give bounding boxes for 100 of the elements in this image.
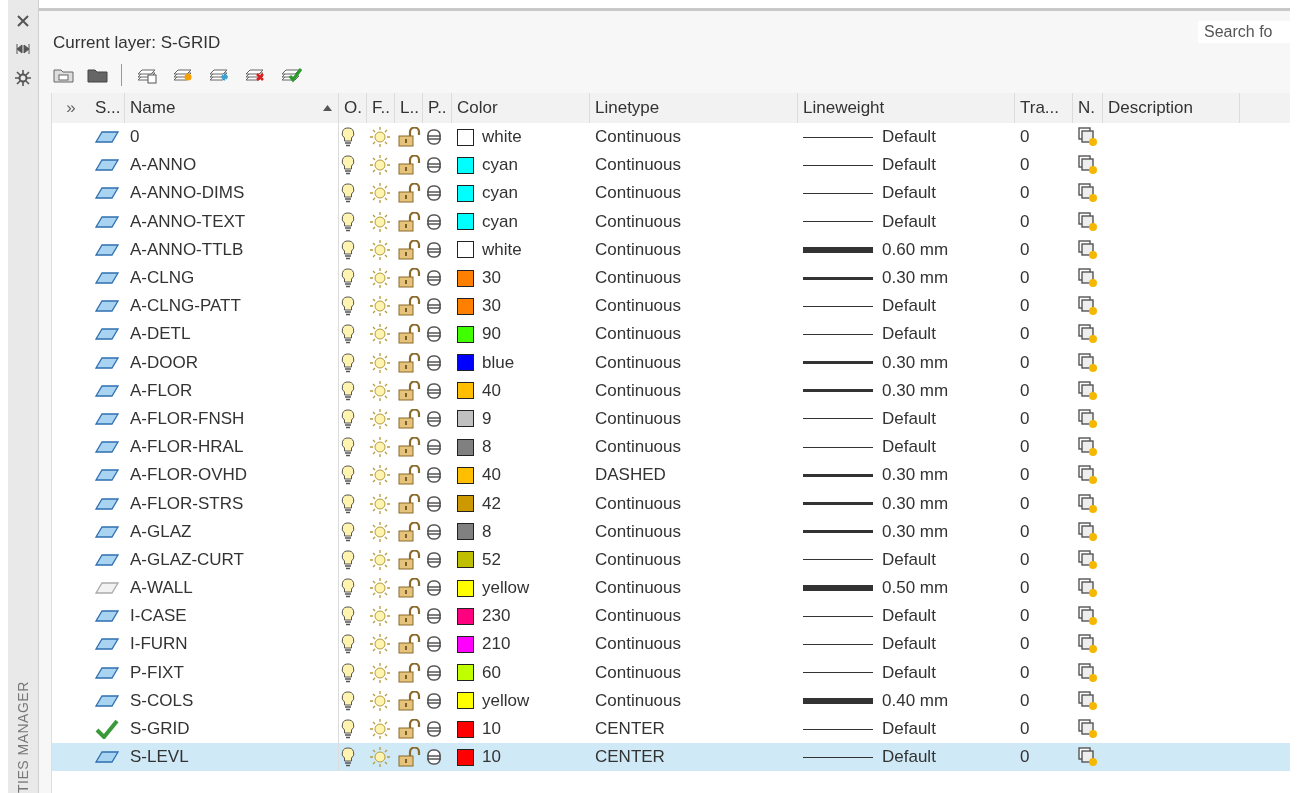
lightbulb-icon[interactable] — [341, 719, 355, 740]
new-viewport-freeze-icon[interactable] — [1078, 296, 1098, 317]
open-lock-icon[interactable] — [397, 747, 421, 768]
lineweight-value[interactable]: Default — [882, 155, 936, 176]
column-header[interactable]: L.. — [395, 93, 423, 123]
open-lock-icon[interactable] — [397, 493, 421, 514]
printer-icon[interactable] — [425, 550, 443, 569]
open-lock-icon[interactable] — [397, 662, 421, 683]
lightbulb-icon[interactable] — [341, 521, 355, 542]
linetype-name[interactable]: Continuous — [595, 690, 681, 711]
layer-row[interactable]: S-COLS yellow Continuous 0.40 mm 0 — [52, 686, 1290, 715]
lineweight-value[interactable]: Default — [882, 634, 936, 655]
linetype-name[interactable]: Continuous — [595, 437, 681, 458]
linetype-name[interactable]: Continuous — [595, 296, 681, 317]
printer-icon[interactable] — [425, 269, 443, 288]
color-swatch[interactable] — [457, 410, 474, 428]
printer-icon[interactable] — [425, 156, 443, 175]
open-lock-icon[interactable] — [397, 719, 421, 740]
folder-icon[interactable] — [53, 66, 75, 84]
new-viewport-freeze-icon[interactable] — [1078, 493, 1098, 514]
open-lock-icon[interactable] — [397, 549, 421, 570]
column-header[interactable]: Color — [452, 93, 590, 123]
new-viewport-freeze-icon[interactable] — [1078, 127, 1098, 148]
layer-row[interactable]: I-CASE 230 Continuous Default 0 — [52, 602, 1290, 631]
new-viewport-freeze-icon[interactable] — [1078, 437, 1098, 458]
open-lock-icon[interactable] — [397, 578, 421, 599]
printer-icon[interactable] — [425, 522, 443, 541]
color-swatch[interactable] — [457, 551, 474, 569]
color-swatch[interactable] — [457, 635, 474, 653]
layer-row[interactable]: A-ANNO cyan Continuous Default 0 — [52, 151, 1290, 180]
lineweight-value[interactable]: 0.30 mm — [882, 268, 949, 289]
layer-row[interactable]: A-FLOR-HRAL 8 Continuous Default 0 — [52, 433, 1290, 462]
column-header[interactable]: N. — [1073, 93, 1103, 123]
search-field[interactable]: Search fo — [1198, 21, 1290, 43]
linetype-name[interactable]: Continuous — [595, 155, 681, 176]
layer-row[interactable]: A-CLNG 30 Continuous 0.30 mm 0 — [52, 263, 1290, 293]
layer-row[interactable]: A-FLOR-OVHD 40 DASHED 0.30 mm 0 — [52, 461, 1290, 490]
linetype-name[interactable]: Continuous — [595, 578, 681, 599]
lineweight-value[interactable]: Default — [882, 437, 936, 458]
lineweight-value[interactable]: Default — [882, 211, 936, 232]
lineweight-value[interactable]: Default — [882, 719, 936, 740]
open-lock-icon[interactable] — [397, 380, 421, 401]
layer-row[interactable]: I-FURN 210 Continuous Default 0 — [52, 630, 1290, 659]
lineweight-value[interactable]: 0.60 mm — [882, 239, 949, 260]
lightbulb-icon[interactable] — [341, 747, 355, 768]
new-viewport-freeze-icon[interactable] — [1078, 465, 1098, 486]
linetype-name[interactable]: Continuous — [595, 662, 681, 683]
settings-icon[interactable] — [15, 70, 31, 86]
layer-row[interactable]: A-WALL yellow Continuous 0.50 mm 0 — [52, 574, 1290, 603]
column-header[interactable]: S... — [90, 93, 125, 123]
printer-icon[interactable] — [425, 748, 443, 767]
layer-row[interactable]: A-DETL 90 Continuous Default 0 — [52, 320, 1290, 349]
layer-row[interactable]: A-ANNO-TEXT cyan Continuous Default 0 — [52, 207, 1290, 236]
printer-icon[interactable] — [425, 663, 443, 682]
new-viewport-freeze-icon[interactable] — [1078, 352, 1098, 373]
expand-button[interactable]: » — [66, 98, 76, 118]
new-viewport-freeze-icon[interactable] — [1078, 578, 1098, 599]
open-lock-icon[interactable] — [397, 634, 421, 655]
layer-row[interactable]: A-GLAZ 8 Continuous 0.30 mm 0 — [52, 517, 1290, 546]
layer-row[interactable]: A-ANNO-DIMS cyan Continuous Default 0 — [52, 179, 1290, 208]
new-viewport-freeze-icon[interactable] — [1078, 268, 1098, 289]
lightbulb-icon[interactable] — [341, 127, 355, 148]
close-icon[interactable] — [16, 14, 30, 28]
color-swatch[interactable] — [457, 495, 474, 513]
open-lock-icon[interactable] — [397, 521, 421, 542]
new-viewport-freeze-icon[interactable] — [1078, 211, 1098, 232]
open-lock-icon[interactable] — [397, 127, 421, 148]
layer-row[interactable]: 0 white Continuous Default 0 — [52, 123, 1290, 152]
lightbulb-icon[interactable] — [341, 437, 355, 458]
open-lock-icon[interactable] — [397, 465, 421, 486]
color-swatch[interactable] — [457, 664, 474, 682]
layer-row[interactable]: P-FIXT 60 Continuous Default 0 — [52, 658, 1290, 687]
new-viewport-freeze-icon[interactable] — [1078, 549, 1098, 570]
color-swatch[interactable] — [457, 213, 474, 231]
open-lock-icon[interactable] — [397, 408, 421, 429]
linetype-name[interactable]: Continuous — [595, 521, 681, 542]
new-viewport-freeze-icon[interactable] — [1078, 747, 1098, 768]
linetype-name[interactable]: Continuous — [595, 352, 681, 373]
color-swatch[interactable] — [457, 692, 474, 710]
lightbulb-icon[interactable] — [341, 634, 355, 655]
linetype-name[interactable]: Continuous — [595, 634, 681, 655]
printer-icon[interactable] — [425, 494, 443, 513]
open-lock-icon[interactable] — [397, 437, 421, 458]
lightbulb-icon[interactable] — [341, 493, 355, 514]
column-header[interactable]: F.. — [367, 93, 395, 123]
printer-icon[interactable] — [425, 297, 443, 316]
open-lock-icon[interactable] — [397, 606, 421, 627]
layer-row[interactable]: A-DOOR blue Continuous 0.30 mm 0 — [52, 348, 1290, 377]
color-swatch[interactable] — [457, 354, 474, 372]
lightbulb-icon[interactable] — [341, 690, 355, 711]
layer-row[interactable]: S-LEVL 10 CENTER Default 0 — [52, 743, 1290, 772]
lineweight-value[interactable]: Default — [882, 324, 936, 345]
lightbulb-icon[interactable] — [341, 352, 355, 373]
new-viewport-freeze-icon[interactable] — [1078, 662, 1098, 683]
new-viewport-freeze-icon[interactable] — [1078, 606, 1098, 627]
printer-icon[interactable] — [425, 635, 443, 654]
printer-icon[interactable] — [425, 409, 443, 428]
linetype-name[interactable]: Continuous — [595, 183, 681, 204]
column-header[interactable]: Linetype — [590, 93, 798, 123]
lightbulb-icon[interactable] — [341, 268, 355, 289]
